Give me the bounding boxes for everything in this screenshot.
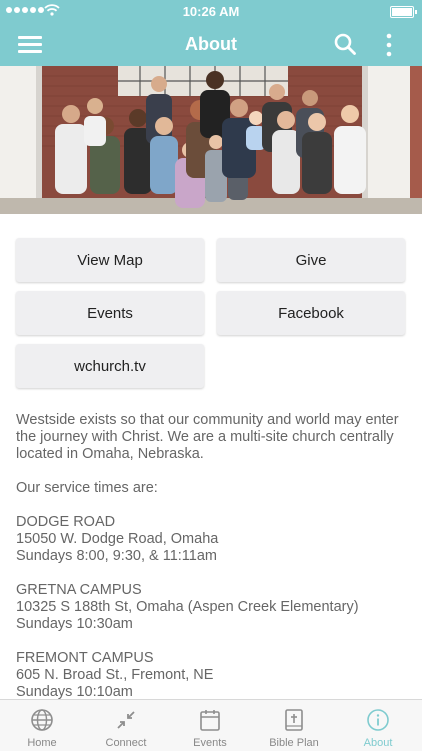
- tab-bible-plan[interactable]: Bible Plan: [252, 700, 336, 751]
- bible-icon: [285, 709, 303, 731]
- connect-arrows-icon: [117, 711, 135, 729]
- tab-about[interactable]: About: [336, 700, 420, 751]
- events-button[interactable]: Events: [16, 291, 204, 335]
- tab-home[interactable]: Home: [0, 700, 84, 751]
- status-time: 10:26 AM: [182, 4, 240, 19]
- tab-connect[interactable]: Connect: [84, 700, 168, 751]
- campus-address: 605 N. Broad St., Fremont, NE: [16, 667, 214, 683]
- bottom-tab-bar: Home Connect Events Bible Plan About: [0, 699, 422, 751]
- campus-address: 10325 S 188th St, Omaha (Aspen Creek Ele…: [16, 599, 359, 615]
- campus-times: Sundays 8:00, 9:30, & 11:11am: [16, 548, 217, 564]
- tab-label: Home: [27, 737, 57, 749]
- campus-name: FREMONT CAMPUS: [16, 650, 154, 666]
- battery-icon: [390, 6, 417, 18]
- campus-times: Sundays 10:30am: [16, 616, 133, 632]
- globe-icon: [31, 709, 53, 731]
- campus-name: GRETNA CAMPUS: [16, 582, 142, 598]
- campus-address: 15050 W. Dodge Road, Omaha: [16, 531, 219, 547]
- tab-events[interactable]: Events: [168, 700, 252, 751]
- campus-name: DODGE ROAD: [16, 514, 116, 530]
- view-map-button[interactable]: View Map: [16, 238, 204, 282]
- website-button[interactable]: wchurch.tv: [16, 344, 204, 388]
- tab-label: Events: [193, 737, 227, 749]
- search-icon[interactable]: [333, 32, 357, 56]
- status-bar: 10:26 AM: [0, 0, 422, 22]
- info-icon: [367, 709, 389, 731]
- tab-label: About: [363, 737, 393, 749]
- page-title: About: [185, 34, 237, 54]
- campus-gretna: GRETNA CAMPUS 10325 S 188th St, Omaha (A…: [16, 582, 408, 633]
- campus-dodge-road: DODGE ROAD 15050 W. Dodge Road, Omaha Su…: [16, 514, 408, 565]
- facebook-button[interactable]: Facebook: [217, 291, 405, 335]
- tab-label: Bible Plan: [269, 737, 319, 749]
- more-options-icon[interactable]: [380, 32, 398, 58]
- service-times-heading: Our service times are:: [16, 480, 158, 496]
- group-photo: [0, 66, 422, 214]
- campus-fremont: FREMONT CAMPUS 605 N. Broad St., Fremont…: [16, 650, 408, 701]
- about-description: Westside exists so that our community an…: [16, 412, 408, 701]
- intro-text: Westside exists so that our community an…: [16, 412, 399, 462]
- app-bar: About: [0, 22, 422, 66]
- calendar-icon: [200, 710, 220, 731]
- give-button[interactable]: Give: [217, 238, 405, 282]
- tab-label: Connect: [105, 737, 147, 749]
